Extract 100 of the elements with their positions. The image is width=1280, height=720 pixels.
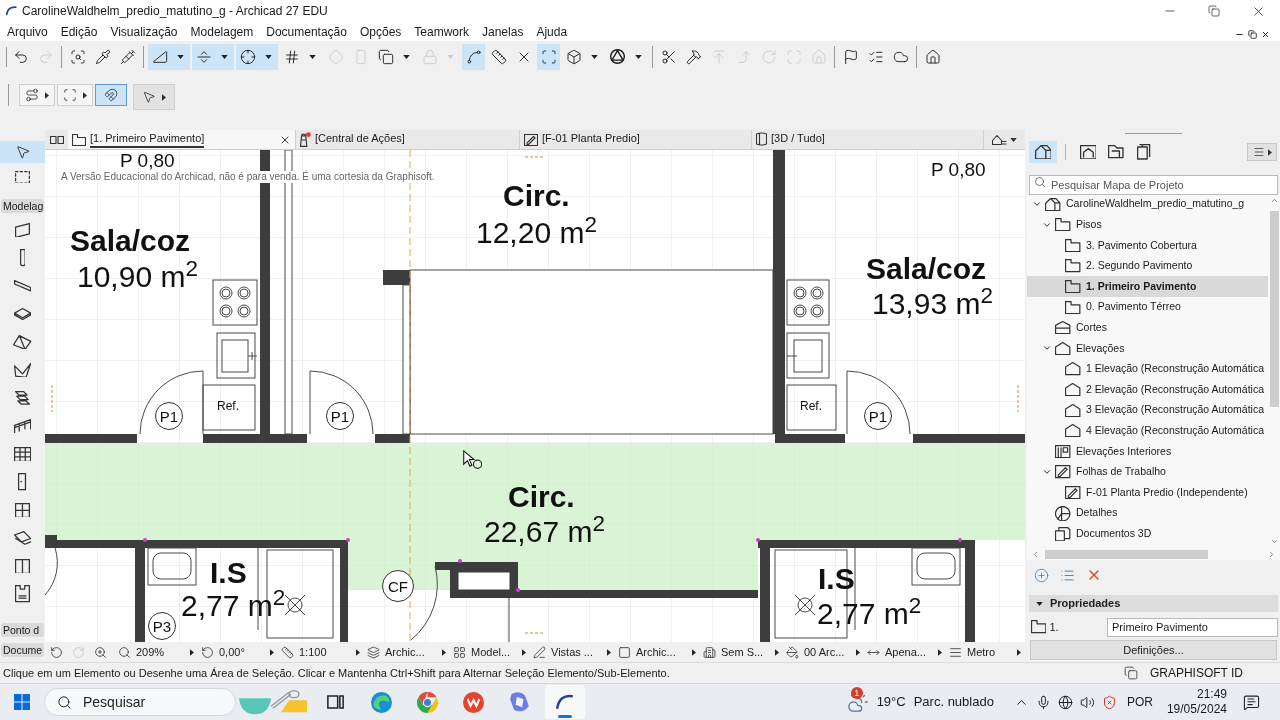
clock[interactable]: 21:49 19/05/2024 (1166, 687, 1227, 717)
status-dropdown[interactable]: Metro (946, 642, 1025, 662)
scissors-icon (660, 48, 677, 65)
status-dropdown[interactable]: Model... (450, 642, 530, 662)
menu-item[interactable]: Visualização (110, 22, 178, 41)
room-area: 2,77 m$^{2}$ (817, 599, 922, 629)
caret-icon (45, 91, 49, 99)
status-dropdown[interactable]: 1:100 (278, 642, 364, 662)
room-area: 10,90 m$^{2}$ (77, 262, 198, 292)
dropdown-button[interactable] (215, 43, 234, 70)
tree-item[interactable]: Folhas de Trabalho (1027, 461, 1268, 483)
notification-icon[interactable] (1243, 693, 1260, 711)
account-label[interactable]: GRAPHISOFT ID (1149, 664, 1243, 682)
toolbar-button[interactable] (236, 43, 259, 70)
speaker-icon[interactable] (1079, 694, 1095, 710)
status-dropdown[interactable]: Vistas ... (530, 642, 615, 662)
pentagon-house-icon (1065, 362, 1081, 376)
close-icon (1261, 30, 1270, 39)
tree-item[interactable]: Detalhes (1027, 502, 1268, 524)
taskbar-app-button[interactable] (545, 685, 585, 719)
room-name: Sala/coz (70, 226, 191, 256)
properties-header[interactable]: Propriedades (1029, 595, 1278, 612)
scroll-down-icon (1269, 537, 1279, 546)
temperature[interactable]: 19°C (876, 692, 906, 712)
tree-item[interactable]: 0. Pavimento Térreo (1027, 296, 1268, 318)
toolbox-section-header[interactable]: Modelag (1, 199, 44, 213)
ruler-icon (281, 645, 294, 659)
tree-item[interactable]: 2. Segundo Pavimento (1027, 255, 1268, 277)
tree-item[interactable]: 1 Elevação (Reconstrução Automática (1027, 358, 1268, 380)
tree-item[interactable]: 4 Elevação (Reconstrução Automática (1027, 420, 1268, 442)
menu-item[interactable]: Ajuda (536, 22, 568, 41)
horizontal-scrollbar[interactable] (1027, 548, 1280, 560)
navigator-menu-button[interactable] (1247, 143, 1277, 161)
tree-item[interactable]: F-01 Planta Predio (Independente) (1027, 482, 1268, 503)
grid-icon (283, 48, 300, 65)
status-dropdown[interactable]: Apena... (864, 642, 946, 662)
dropdown-button[interactable] (171, 43, 190, 70)
notched-box-icon (15, 585, 30, 603)
view-tab[interactable]: [1. Primeiro Pavimento] (68, 130, 296, 149)
toolbar-button[interactable] (148, 43, 171, 70)
language-indicator[interactable]: POR (1126, 693, 1153, 711)
status-dropdown[interactable]: Sem S... (700, 642, 783, 662)
status-dropdown[interactable]: 0,00° (198, 642, 278, 662)
settings-button[interactable]: Definições... (1030, 640, 1277, 660)
view-tab[interactable]: [F-01 Planta Predio] (520, 130, 752, 149)
tree-item[interactable]: Documentos 3D (1027, 523, 1268, 545)
tree-item[interactable]: Elevações Interiores (1027, 441, 1268, 462)
folder-outline-icon (1065, 280, 1081, 294)
weather-condition[interactable]: Parc. nublado (913, 692, 994, 712)
arc-logo-icon (556, 694, 574, 710)
list-icon (1060, 567, 1075, 583)
railing-icon (13, 418, 32, 434)
menu-item[interactable]: Arquivo (7, 22, 48, 41)
globe-icon[interactable] (1057, 694, 1073, 710)
menu-item[interactable]: Documentação (266, 22, 347, 41)
menu-item[interactable]: Opções (359, 22, 402, 41)
caret-icon (221, 54, 228, 59)
status-dropdown[interactable]: Archic... (364, 642, 450, 662)
dropdown-button[interactable] (259, 43, 278, 70)
name-field[interactable]: Primeiro Pavimento (1107, 617, 1278, 637)
status-dropdown[interactable]: 209% (115, 642, 198, 662)
tree-item[interactable]: Elevações (1027, 338, 1268, 359)
menu-item[interactable]: Edição (60, 22, 98, 41)
tree-item[interactable]: CarolineWaldhelm_predio_matutino_g (1027, 194, 1268, 215)
document-close-button[interactable] (1261, 30, 1270, 39)
add-button[interactable] (1034, 567, 1049, 583)
view-tab[interactable]: [Central de Ações] (296, 130, 520, 149)
list-button[interactable] (1060, 567, 1075, 583)
tree-item[interactable]: 1. Primeiro Pavimento (1027, 276, 1268, 297)
toolbox-section-header[interactable]: Ponto d (1, 623, 44, 637)
tree-item[interactable]: 3. Pavimento Cobertura (1027, 235, 1268, 256)
caret-icon (692, 648, 696, 656)
tree-item[interactable]: Pisos (1027, 214, 1268, 236)
status-dropdown[interactable]: 00 Arc... (783, 642, 864, 662)
menu-item[interactable]: Janelas (482, 22, 524, 41)
menu-item[interactable]: Teamwork (414, 22, 469, 41)
search-field[interactable]: Pesquisar Mapa de Projeto (1029, 175, 1278, 195)
toolbox-section-header[interactable]: Docume (1, 643, 44, 657)
door-icon (18, 473, 27, 491)
disc-logo-icon (462, 691, 484, 713)
toolbar-button[interactable] (462, 43, 485, 70)
rotate-icon (760, 48, 777, 65)
tree-item[interactable]: Cortes (1027, 317, 1268, 339)
microphone-icon[interactable] (1035, 694, 1051, 710)
magnifier-icon (118, 645, 131, 659)
taskbar-search-field[interactable]: Pesquisar (44, 688, 236, 716)
tree-item[interactable]: 3 Elevação (Reconstrução Automática (1027, 399, 1268, 421)
caret-icon (447, 54, 454, 59)
document-restore-button[interactable] (1248, 30, 1257, 39)
lines-icon (949, 645, 962, 659)
navigator-mode-button[interactable] (1029, 141, 1057, 163)
view-tab[interactable]: [3D / Tudo] (752, 130, 984, 149)
status-dropdown[interactable]: Archic... (615, 642, 700, 662)
search-icon (1034, 176, 1046, 188)
menu-item[interactable]: Modelagem (190, 22, 254, 41)
caret-icon (635, 54, 642, 59)
stacked-windows-icon (326, 695, 344, 709)
stacked-squares-icon (377, 48, 394, 65)
shield-x-icon[interactable] (1101, 694, 1117, 710)
tree-item[interactable]: 2 Elevação (Reconstrução Automática (1027, 379, 1268, 400)
